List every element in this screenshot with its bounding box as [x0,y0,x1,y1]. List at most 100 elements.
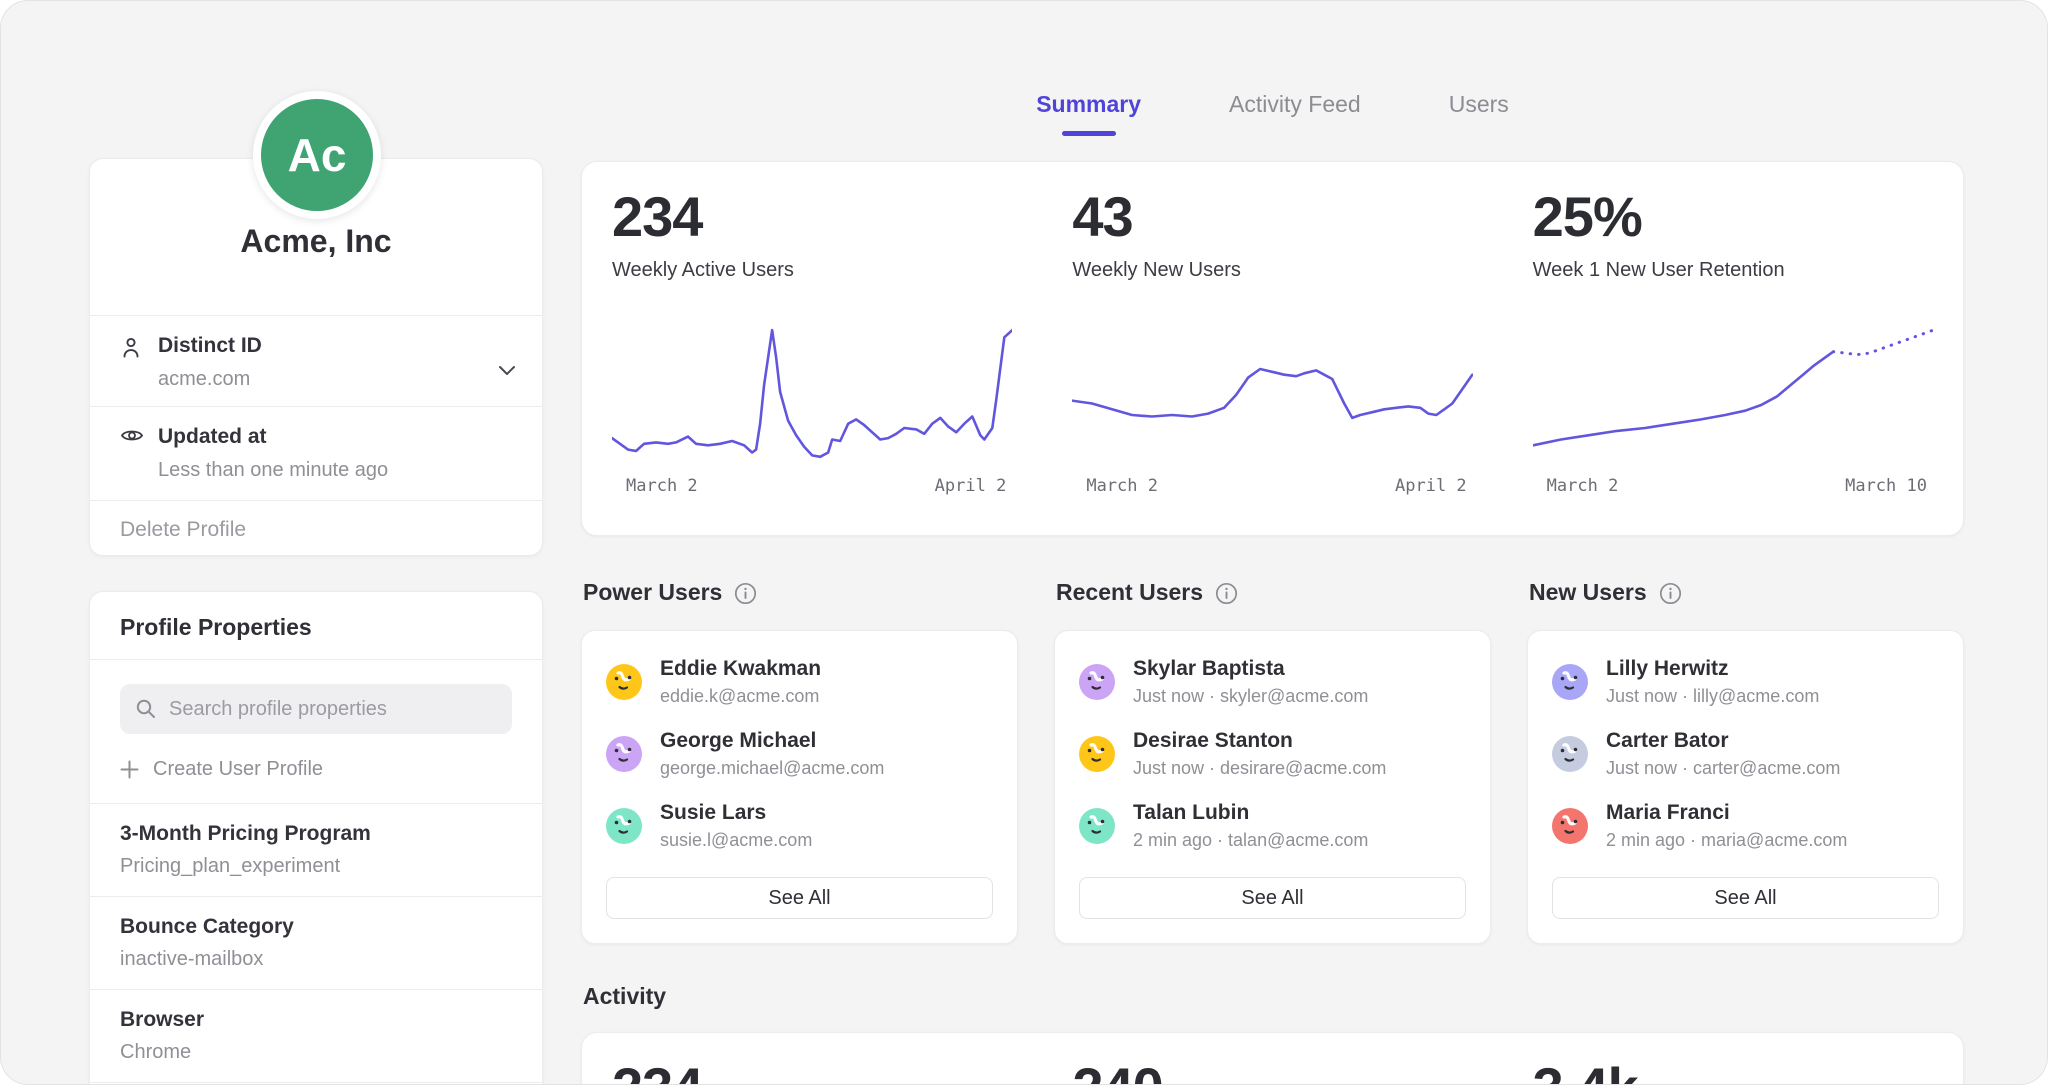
stat-label: Weekly New Users [1072,259,1472,282]
avatar-face-icon [606,664,642,700]
user-meta: susie.l@acme.com [660,830,812,851]
user-row[interactable]: Susie Larssusie.l@acme.com [606,801,993,851]
info-icon[interactable] [734,582,757,605]
org-avatar: Ac [253,91,381,219]
section-new-users: New Users Lilly HerwitzJust now · lilly@… [1527,579,1964,944]
user-name: Maria Franci [1606,801,1847,825]
user-meta: Just now · lilly@acme.com [1606,686,1819,707]
create-user-profile-label: Create User Profile [153,758,323,781]
stat-label: Week 1 New User Retention [1533,259,1933,282]
updated-at-row: Updated at Less than one minute ago [90,407,542,501]
tab-bar: Summary Activity Feed Users [581,91,1964,136]
x-axis-tick: March 2 [1086,476,1158,496]
activity-stat: 3.4k [1503,1033,1963,1085]
delete-profile-button[interactable]: Delete Profile [90,501,542,558]
property-row[interactable]: BrowserChrome [90,990,542,1083]
user-meta: eddie.k@acme.com [660,686,821,707]
create-user-profile-button[interactable]: Create User Profile [120,758,512,781]
user-meta: Just now · skyler@acme.com [1133,686,1368,707]
app-window: Ac Acme, Inc Distinct ID acme.com [0,0,2048,1085]
sparkline-chart [612,312,1012,470]
profile-properties-list: 3-Month Pricing Program Pricing_plan_expe… [90,804,542,1083]
user-row[interactable]: Eddie Kwakman eddie.k@acme.com [606,657,993,707]
avatar-face-icon [1079,808,1115,844]
user-meta: Just now · desirare@acme.com [1133,758,1386,779]
avatar-face-icon [606,736,642,772]
profile-properties-title: Profile Properties [90,592,542,659]
user-meta: 2 min ago · talan@acme.com [1133,830,1368,851]
user-name: Desirae Stanton [1133,729,1386,753]
avatar-face-icon [1079,664,1115,700]
user-row[interactable]: Desirae Stanton Just now · desirare@acme.… [1079,729,1466,779]
user-row[interactable]: Maria Franci 2 min ago · maria@acme.com [1552,801,1939,851]
updated-at-value: Less than one minute ago [158,459,388,482]
summary-stats-card: 234 Weekly Active Users March 2 April 2 … [581,161,1964,536]
distinct-id-label: Distinct ID [158,334,262,358]
property-row[interactable]: Bounce Category inactive-mailbox [90,897,542,990]
user-name: Carter Bator [1606,729,1840,753]
eye-icon [120,427,144,449]
see-all-button[interactable]: See All [606,877,993,919]
user-row[interactable]: Talan Lubin2 min ago · talan@acme.com [1079,801,1466,851]
avatar-face-icon [1079,736,1115,772]
stat-weekly-new-users: 43 Weekly New Users March 2 April 2 [1042,162,1502,535]
info-icon[interactable] [1659,582,1682,605]
section-title: Power Users [583,579,722,606]
stat-value: 234 [612,188,1012,247]
profile-properties-search[interactable] [120,684,512,734]
user-row[interactable]: George Michael george.michael@acme.com [606,729,993,779]
user-name: Eddie Kwakman [660,657,821,681]
user-name: George Michael [660,729,884,753]
tab-users[interactable]: Users [1449,91,1509,136]
distinct-id-row[interactable]: Distinct ID acme.com [90,316,542,407]
tab-activity-feed[interactable]: Activity Feed [1229,91,1361,136]
divider [90,659,542,660]
x-axis-labels: March 2 March 10 [1533,470,1933,496]
user-name: Skylar Baptista [1133,657,1368,681]
info-icon[interactable] [1215,582,1238,605]
x-axis-tick: April 2 [935,476,1007,496]
x-axis-labels: March 2 April 2 [612,470,1012,496]
property-value: inactive-mailbox [120,948,512,971]
stat-label: Weekly Active Users [612,259,1012,282]
sparkline-chart [1533,312,1933,470]
user-row[interactable]: Lilly Herwitz Just now · lilly@acme.com [1552,657,1939,707]
property-row[interactable]: 3-Month Pricing Program Pricing_plan_expe… [90,804,542,897]
chevron-down-icon[interactable] [498,363,516,381]
search-input[interactable] [169,698,497,721]
user-name: Lilly Herwitz [1606,657,1819,681]
search-icon [135,698,157,720]
sparkline-chart [1072,312,1472,470]
user-meta: 2 min ago · maria@acme.com [1606,830,1847,851]
updated-at-label: Updated at [158,425,388,449]
plus-icon [120,760,139,779]
profile-properties-card: Profile Properties Create User Profile 3… [89,591,543,1085]
person-icon [120,336,144,365]
see-all-button[interactable]: See All [1079,877,1466,919]
x-axis-tick: March 2 [626,476,698,496]
activity-title: Activity [581,983,1964,1010]
user-list-card: Lilly Herwitz Just now · lilly@acme.com Ca… [1527,630,1964,944]
user-list-card: Eddie Kwakman eddie.k@acme.com George Mich… [581,630,1018,944]
property-value: Pricing_plan_experiment [120,855,512,878]
user-list-card: Skylar Baptista Just now · skyler@acme.co… [1054,630,1491,944]
org-avatar-initials: Ac [288,128,347,182]
activity-section: Activity 234 240 3.4k [581,983,1964,1085]
user-row[interactable]: Skylar Baptista Just now · skyler@acme.co… [1079,657,1466,707]
user-sections: Power Users Eddie Kwakman eddie.k@acme.co… [581,579,1964,944]
see-all-button[interactable]: See All [1552,877,1939,919]
user-row[interactable]: Carter BatorJust now · carter@acme.com [1552,729,1939,779]
tab-summary[interactable]: Summary [1036,91,1141,136]
section-power-users: Power Users Eddie Kwakman eddie.k@acme.co… [581,579,1018,944]
org-name: Acme, Inc [90,223,542,260]
property-name: 3-Month Pricing Program [120,822,512,846]
distinct-id-value: acme.com [158,368,262,391]
user-meta: george.michael@acme.com [660,758,884,779]
activity-card: 234 240 3.4k [581,1032,1964,1085]
x-axis-tick: March 2 [1547,476,1619,496]
activity-stat: 240 [1042,1033,1502,1085]
x-axis-tick: April 2 [1395,476,1467,496]
avatar-face-icon [1552,808,1588,844]
property-name: Bounce Category [120,915,512,939]
avatar-face-icon [1552,664,1588,700]
